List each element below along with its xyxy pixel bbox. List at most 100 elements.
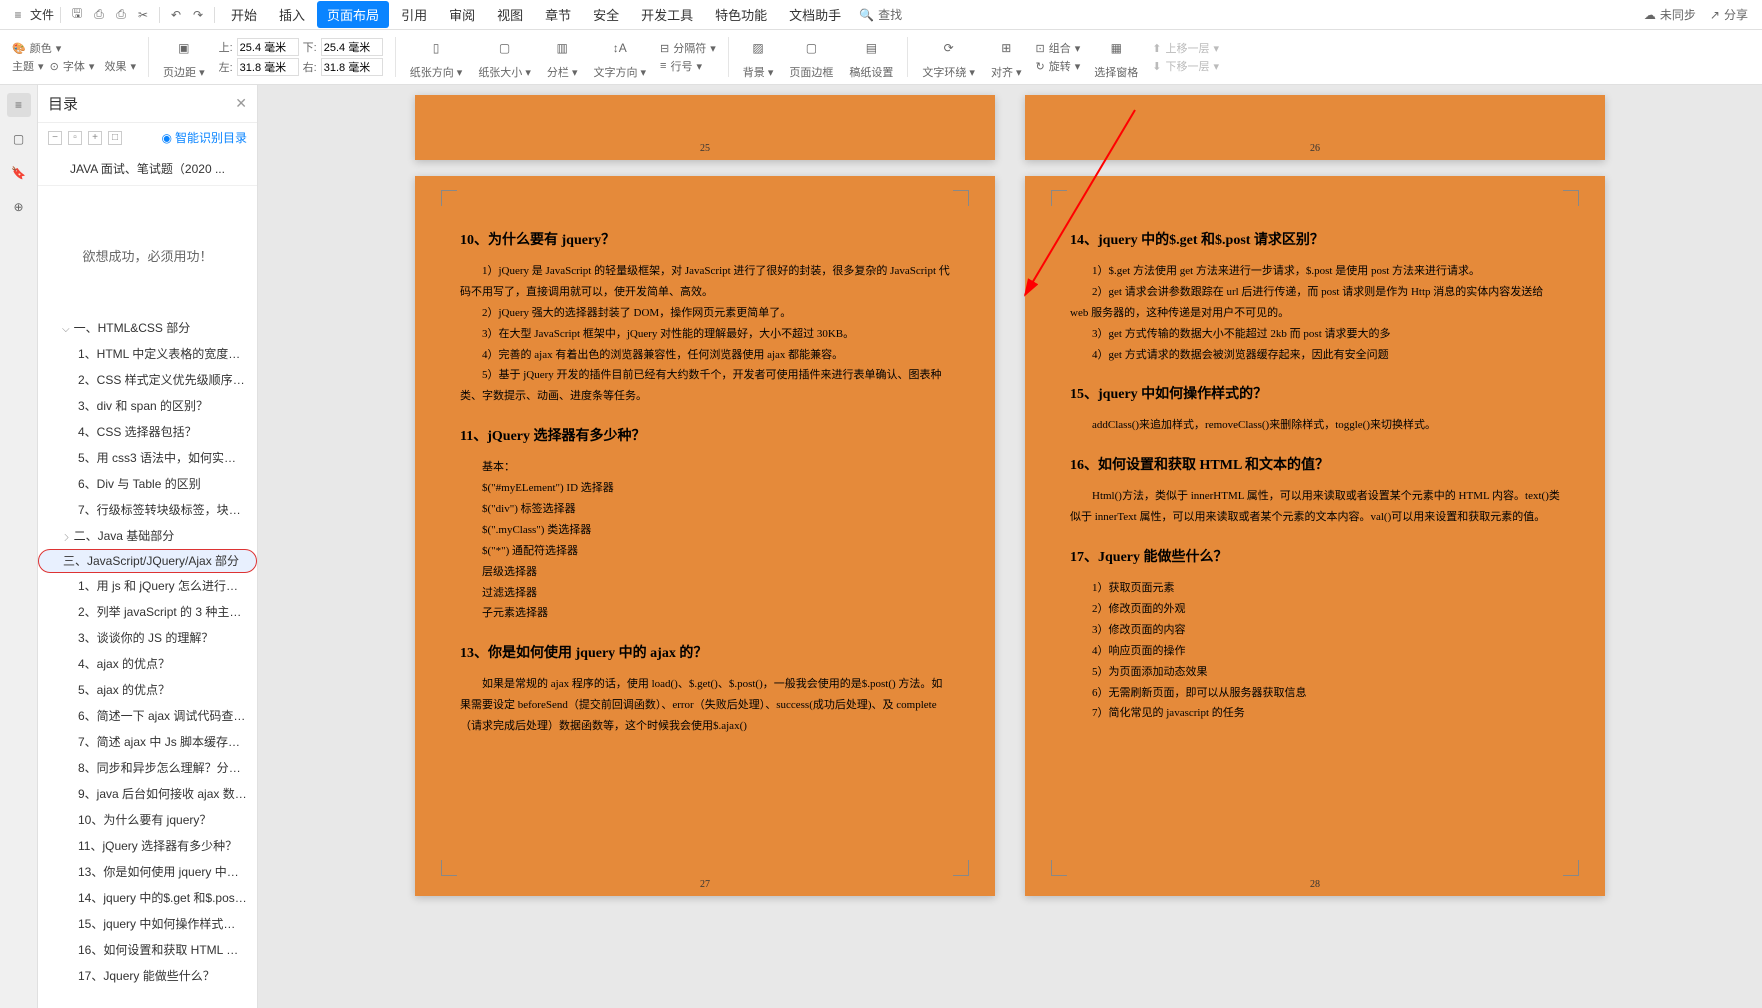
selection-pane-button[interactable]: ▦选择窗格 [1088,34,1144,80]
margin-right-input[interactable] [321,58,383,76]
tab-dev[interactable]: 开发工具 [631,1,703,28]
body-text: 7）简化常见的 javascript 的任务 [1070,703,1560,724]
toc-item[interactable]: 10、为什么要有 jquery？ [38,807,257,833]
hamburger-icon[interactable]: ≡ [8,5,28,25]
toc-item[interactable]: 5、用 css3 语法中，如何实现一... [38,445,257,471]
toc-item[interactable]: 15、jquery 中如何操作样式的？ [38,911,257,937]
expand-icon[interactable]: ▫ [68,131,82,145]
toc-item[interactable]: 11、jQuery 选择器有多少种？ [38,833,257,859]
move-down-button[interactable]: ⬇ 下移一层 ▾ [1152,58,1219,74]
toc-item[interactable]: 4、ajax 的优点？ [38,651,257,677]
move-up-button[interactable]: ⬆ 上移一层 ▾ [1152,40,1219,56]
page-number: 27 [700,879,710,890]
cloud-icon: ☁ [1644,8,1656,22]
doc-title[interactable]: JAVA 面试、笔试题（2020 ... [38,152,257,186]
breaks-button[interactable]: ⊟ 分隔符 ▾ [660,40,716,56]
tab-assistant[interactable]: 文档助手 [779,1,851,28]
tab-start[interactable]: 开始 [221,1,267,28]
heading-10: 10、为什么要有 jquery？ [460,229,950,249]
theme-color[interactable]: 🎨 颜色 ▾ [12,40,136,56]
page-26[interactable]: 26 [1025,95,1605,160]
toc-item[interactable]: 14、jquery 中的$.get 和$.post ... [38,885,257,911]
tab-reference[interactable]: 引用 [391,1,437,28]
draft-button[interactable]: ▤稿纸设置 [843,34,899,80]
search-bar[interactable]: 🔍查找 [853,6,908,23]
tab-chapter[interactable]: 章节 [535,1,581,28]
toc-section-3-highlighted[interactable]: 三、JavaScript/JQuery/Ajax 部分 [38,549,257,573]
zoom-icon[interactable]: ⊕ [7,195,31,219]
margin-left-input[interactable] [237,58,299,76]
toc-item[interactable]: 6、Div 与 Table 的区别 [38,471,257,497]
preview-icon[interactable]: ⎙ [111,5,131,25]
cut-icon[interactable]: ✂ [133,5,153,25]
file-menu[interactable]: 文件 [30,6,54,23]
document-canvas[interactable]: 25 26 10、为什么要有 jquery？ 1）jQuery 是 JavaSc… [258,85,1762,1008]
tab-feature[interactable]: 特色功能 [705,1,777,28]
tab-view[interactable]: 视图 [487,1,533,28]
toc-item[interactable]: 13、你是如何使用 jquery 中的 aj... [38,859,257,885]
thumbnail-icon[interactable]: ▢ [7,127,31,151]
toc-item[interactable]: 7、行级标签转块级标签，块级标... [38,497,257,523]
toc-item[interactable]: 5、ajax 的优点？ [38,677,257,703]
outline-icon[interactable]: ≡ [7,93,31,117]
heading-15: 15、jquery 中如何操作样式的？ [1070,383,1560,403]
redo-icon[interactable]: ↷ [188,5,208,25]
tab-insert[interactable]: 插入 [269,1,315,28]
tab-page-layout[interactable]: 页面布局 [317,1,389,28]
margins-button[interactable]: ▣页边距 ▾ [157,34,211,80]
toc-item[interactable]: 1、HTML 中定义表格的宽度用 8... [38,341,257,367]
page-27[interactable]: 10、为什么要有 jquery？ 1）jQuery 是 JavaScript 的… [415,176,995,896]
body-text: 2）get 请求会讲参数跟踪在 url 后进行传递，而 post 请求则是作为 … [1070,282,1560,324]
orientation-button[interactable]: ▯纸张方向 ▾ [404,34,469,80]
margin-bottom-input[interactable] [321,38,383,56]
body-text: 2）jQuery 强大的选择器封装了 DOM，操作网页元素更简单了。 [460,303,950,324]
body-text: 子元素选择器 [482,603,950,624]
text-direction-button[interactable]: ↕A文字方向 ▾ [587,34,652,80]
tab-security[interactable]: 安全 [583,1,629,28]
text-wrap-button[interactable]: ⟳文字环绕 ▾ [916,34,981,80]
toc-item[interactable]: 17、Jquery 能做些什么？ [38,963,257,989]
print-icon[interactable]: ⎙ [89,5,109,25]
toc-item[interactable]: 3、谈谈你的 JS 的理解？ [38,625,257,651]
toc-section-1[interactable]: 一、HTML&CSS 部分 [38,315,257,341]
toc-item[interactable]: 3、div 和 span 的区别？ [38,393,257,419]
undo-icon[interactable]: ↶ [166,5,186,25]
group-button[interactable]: ⊡ 组合 ▾ [1036,40,1081,56]
body-text: 2）修改页面的外观 [1070,599,1560,620]
close-icon[interactable]: ✕ [235,95,247,112]
toc-item[interactable]: 16、如何设置和获取 HTML 和文... [38,937,257,963]
bookmark-icon[interactable]: 🔖 [7,161,31,185]
toc-item[interactable]: 6、简述一下 ajax 调试代码查找... [38,703,257,729]
collapse-all-icon[interactable]: − [48,131,62,145]
toc-item[interactable]: 4、CSS 选择器包括？ [38,419,257,445]
page-28[interactable]: 14、jquery 中的$.get 和$.post 请求区别？ 1）$.get … [1025,176,1605,896]
background-button[interactable]: ▨背景 ▾ [737,34,780,80]
rotate-button[interactable]: ↻ 旋转 ▾ [1036,58,1081,74]
add-icon[interactable]: + [88,131,102,145]
theme-main[interactable]: 主题 ▾ ⊙字体 ▾ 效果 ▾ [12,58,136,74]
tab-review[interactable]: 审阅 [439,1,485,28]
share-button[interactable]: ↗分享 [1704,6,1754,23]
unsync-status[interactable]: ☁未同步 [1638,6,1702,23]
margin-top-input[interactable] [237,38,299,56]
save-icon[interactable]: 🖫 [67,5,87,25]
page-25[interactable]: 25 [415,95,995,160]
smart-toc-button[interactable]: ◉智能识别目录 [162,129,248,146]
toc-item[interactable]: 1、用 js 和 jQuery 怎么进行表单... [38,573,257,599]
align-button[interactable]: ⊞对齐 ▾ [985,34,1028,80]
lineno-button[interactable]: ≡ 行号 ▾ [660,58,716,74]
body-text: 4）完善的 ajax 有着出色的浏览器兼容性，任何浏览器使用 ajax 都能兼容… [460,345,950,366]
body-text: Html()方法，类似于 innerHTML 属性，可以用来读取或者设置某个元素… [1070,486,1560,528]
toc-item[interactable]: 7、简述 ajax 中 Js 脚本缓存问题... [38,729,257,755]
toc-list[interactable]: 一、HTML&CSS 部分 1、HTML 中定义表格的宽度用 8... 2、CS… [38,315,257,1008]
more-icon[interactable]: □ [108,131,122,145]
toc-section-2[interactable]: 二、Java 基础部分 [38,523,257,549]
page-border-button[interactable]: ▢页面边框 [783,34,839,80]
columns-button[interactable]: ▥分栏 ▾ [541,34,584,80]
heading-14: 14、jquery 中的$.get 和$.post 请求区别？ [1070,229,1560,249]
paper-size-button[interactable]: ▢纸张大小 ▾ [472,34,537,80]
toc-item[interactable]: 2、CSS 样式定义优先级顺序是？ [38,367,257,393]
toc-item[interactable]: 9、java 后台如何接收 ajax 数据... [38,781,257,807]
toc-item[interactable]: 2、列举 javaScript 的 3 种主要数... [38,599,257,625]
toc-item[interactable]: 8、同步和异步怎么理解？分别在... [38,755,257,781]
